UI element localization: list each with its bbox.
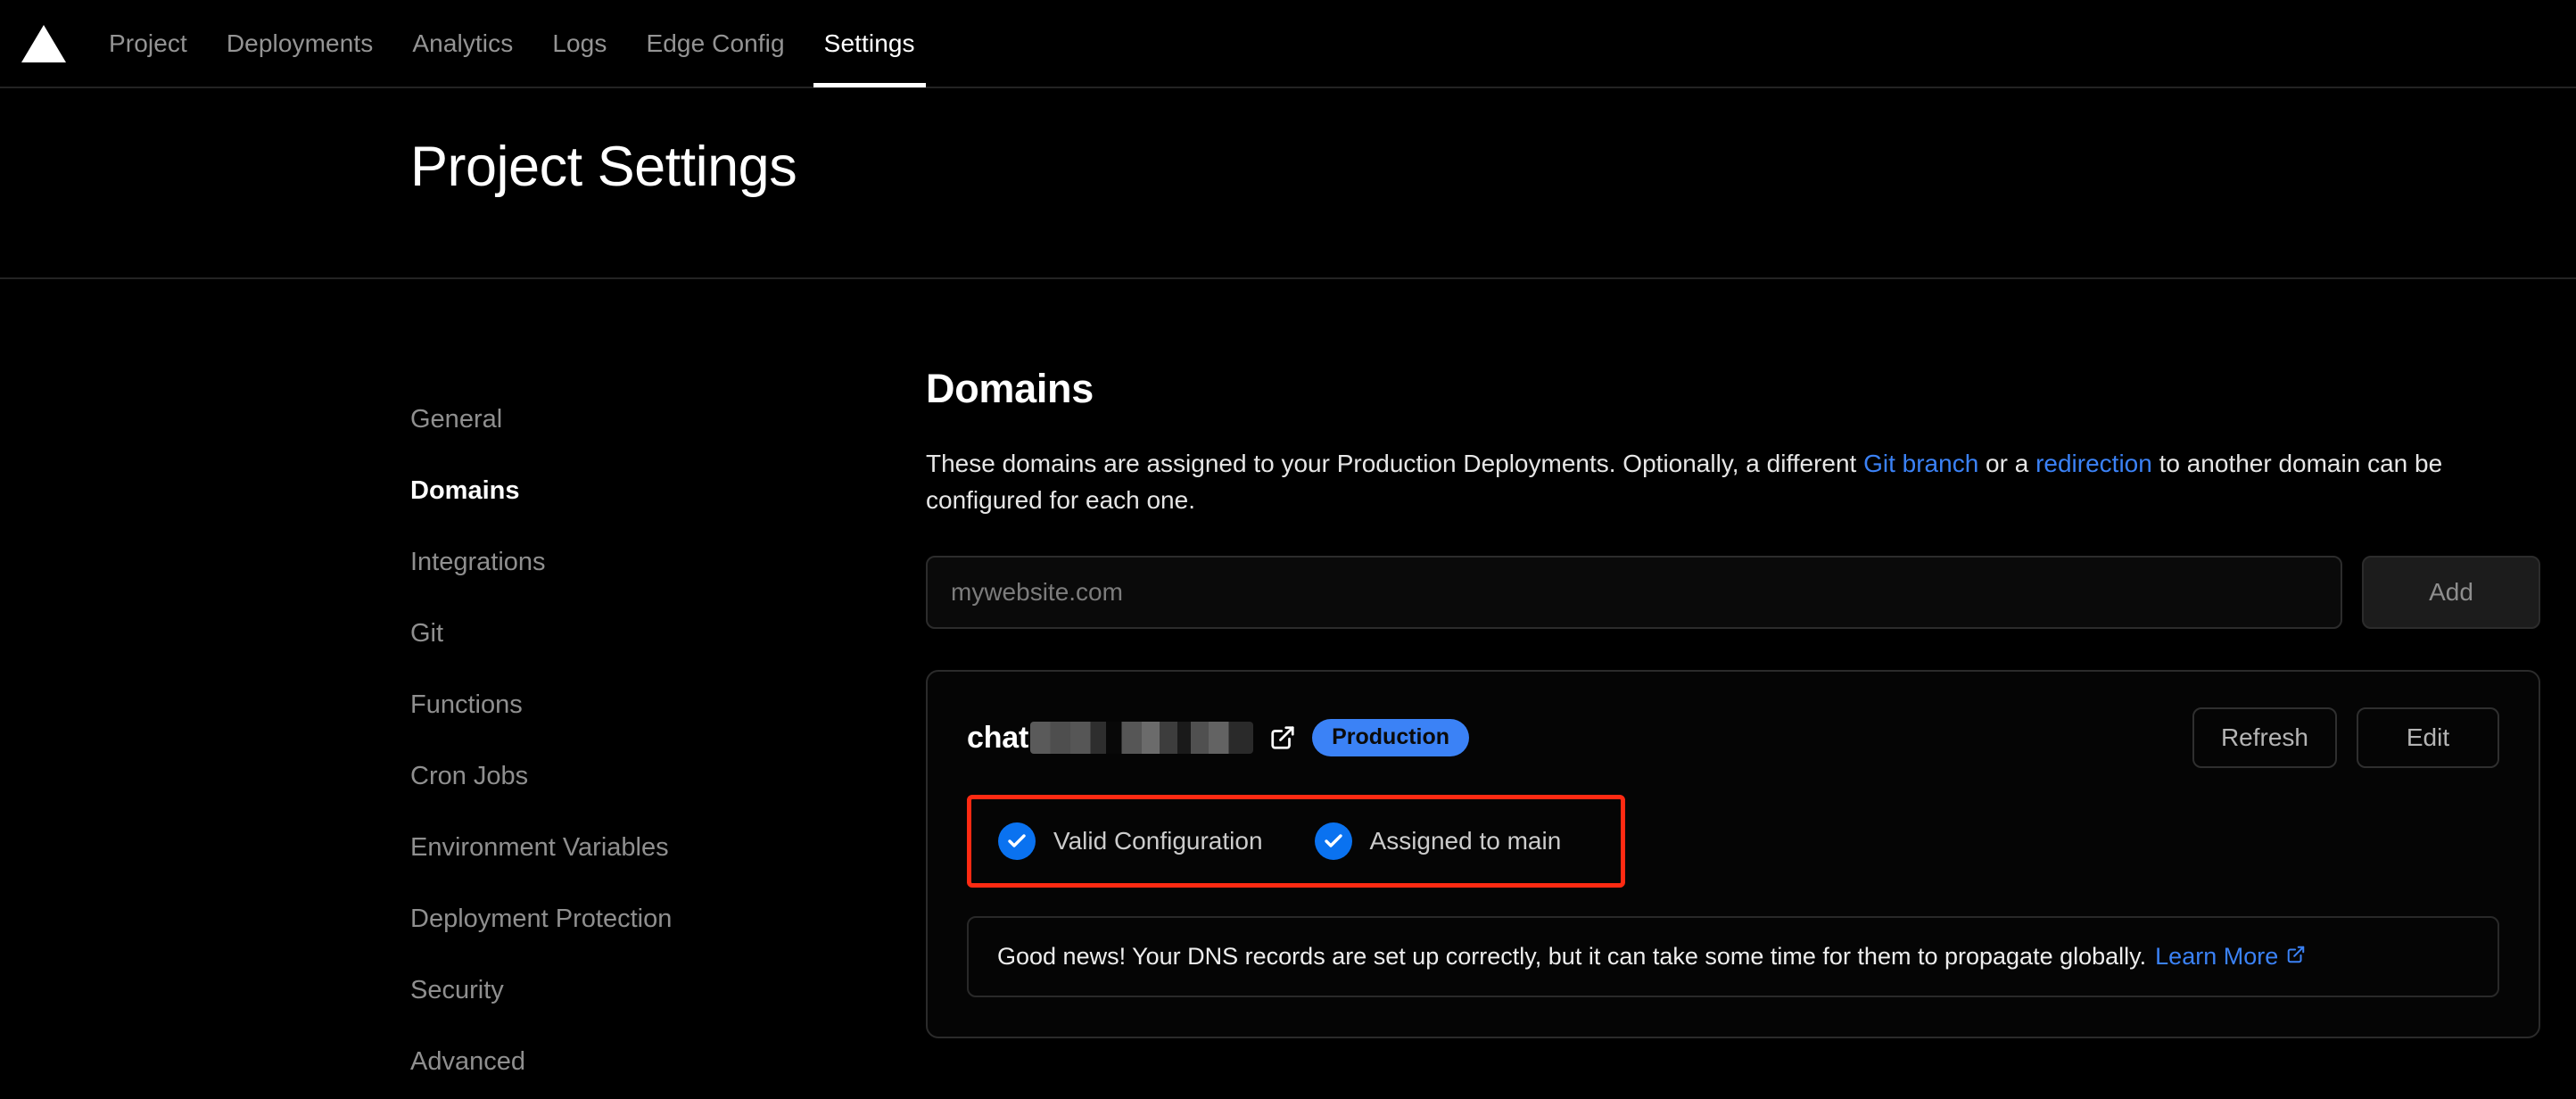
domain-status-annotation: Valid Configuration Assigned to main [967,795,1625,888]
nav-item-edge-config[interactable]: Edge Config [626,0,804,87]
sidebar-item-label: Deployment Protection [410,904,673,933]
sidebar-item-label: Environment Variables [410,832,669,862]
nav-item-label: Analytics [412,29,514,57]
page-title: Project Settings [410,136,797,198]
domain-name[interactable]: chat [967,720,1254,756]
page-header: Project Settings [0,88,2576,279]
sidebar-item-label: Security [410,975,504,1004]
status-assigned-to-main: Assigned to main [1314,822,1562,861]
domain-card: chat Production Refresh Edit Valid Confi… [926,670,2540,1039]
sidebar-item-domains[interactable]: Domains [410,455,838,526]
dns-notice-text: Good news! Your DNS records are set up c… [997,943,2147,971]
sidebar-item-deployment-protection[interactable]: Deployment Protection [410,883,838,954]
sidebar-item-label: General [410,404,503,434]
description-part-1: These domains are assigned to your Produ… [926,450,1864,477]
check-circle-icon [998,822,1036,861]
top-navigation-bar: Project Deployments Analytics Logs Edge … [0,0,2576,88]
sidebar-item-label: Git [410,618,444,648]
sidebar-item-git[interactable]: Git [410,598,838,669]
nav-item-analytics[interactable]: Analytics [392,0,533,87]
sidebar-item-security[interactable]: Security [410,954,838,1026]
nav-item-label: Edge Config [646,29,785,57]
external-link-icon[interactable] [1269,724,1296,751]
domain-card-actions: Refresh Edit [2192,707,2499,769]
sidebar-item-general[interactable]: General [410,384,838,455]
add-domain-row: Add [926,556,2540,630]
domain-input[interactable] [926,556,2342,630]
sidebar-item-functions[interactable]: Functions [410,669,838,740]
nav-item-label: Project [109,29,187,57]
domain-card-header: chat Production Refresh Edit [967,707,2499,769]
learn-more-link[interactable]: Learn More [2155,943,2306,971]
sidebar-item-label: Functions [410,690,523,719]
status-label: Assigned to main [1369,827,1562,855]
sidebar-item-label: Cron Jobs [410,761,529,790]
status-label: Valid Configuration [1053,827,1263,855]
sidebar-item-integrations[interactable]: Integrations [410,526,838,598]
nav-item-deployments[interactable]: Deployments [207,0,393,87]
section-description: These domains are assigned to your Produ… [926,446,2540,518]
sidebar-item-advanced[interactable]: Advanced [410,1026,838,1097]
learn-more-label: Learn More [2155,943,2279,971]
sidebar-item-label: Integrations [410,547,546,576]
nav-item-label: Deployments [226,29,374,57]
add-domain-button[interactable]: Add [2362,556,2540,630]
nav-item-logs[interactable]: Logs [533,0,626,87]
triangle-logo-icon[interactable] [16,21,71,66]
section-title: Domains [926,366,1094,411]
settings-sidebar: General Domains Integrations Git Functio… [410,384,838,1097]
domain-identity: chat Production [967,719,1470,757]
sidebar-item-cron-jobs[interactable]: Cron Jobs [410,740,838,812]
sidebar-item-label: Advanced [410,1046,525,1076]
nav-item-label: Logs [552,29,607,57]
domain-name-redacted [1030,722,1254,755]
nav-item-settings[interactable]: Settings [805,0,935,87]
status-badge-production: Production [1312,719,1470,757]
domains-panel: Domains These domains are assigned to yo… [926,366,2540,1039]
external-link-icon [2286,943,2306,971]
nav-items: Project Deployments Analytics Logs Edge … [89,0,935,87]
sidebar-item-environment-variables[interactable]: Environment Variables [410,812,838,883]
nav-item-project[interactable]: Project [89,0,207,87]
refresh-button[interactable]: Refresh [2192,707,2337,769]
check-circle-icon [1314,822,1352,861]
dns-notice: Good news! Your DNS records are set up c… [967,916,2499,998]
redirection-link[interactable]: redirection [2035,450,2152,477]
description-part-2: or a [1978,450,2036,477]
edit-button[interactable]: Edit [2357,707,2499,769]
domain-name-prefix: chat [967,720,1029,755]
sidebar-item-label: Domains [410,475,520,505]
nav-item-label: Settings [823,29,915,57]
status-valid-configuration: Valid Configuration [998,822,1263,861]
git-branch-link[interactable]: Git branch [1863,450,1978,477]
